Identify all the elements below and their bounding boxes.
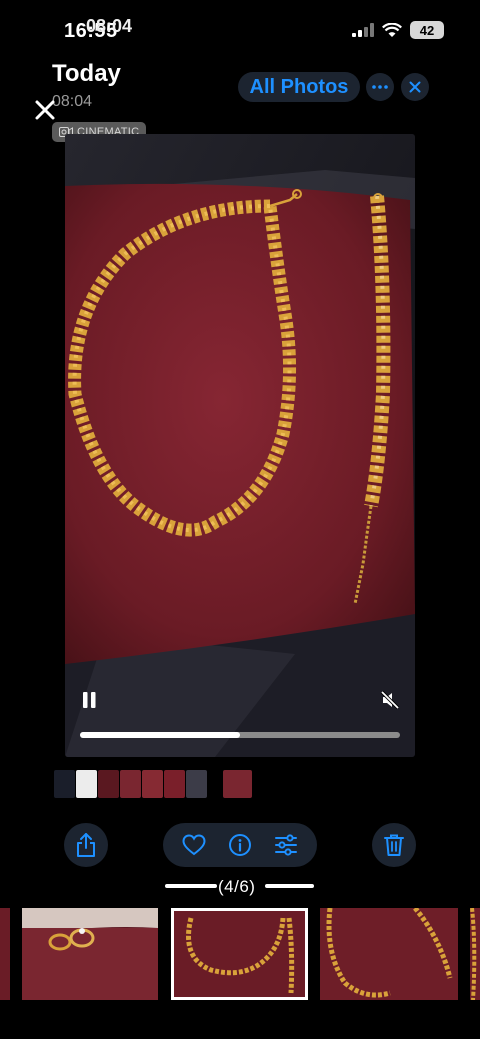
status-bar: 16:55 08:04 42 xyxy=(0,0,480,54)
video-player[interactable] xyxy=(65,134,415,757)
close-icon[interactable] xyxy=(30,95,60,125)
rings-photo xyxy=(22,908,158,1000)
all-photos-button[interactable]: All Photos xyxy=(238,72,360,102)
wifi-icon xyxy=(382,22,402,37)
status-icons: 42 xyxy=(352,20,444,40)
photo-thumbnail[interactable] xyxy=(22,908,158,1000)
speaker-muted-icon[interactable] xyxy=(380,690,400,710)
trash-icon xyxy=(384,834,404,856)
page-indicator: (4/6) xyxy=(218,877,256,896)
chain-photo xyxy=(320,908,458,1000)
close-icon xyxy=(409,81,421,93)
status-time-overlay: 08:04 xyxy=(86,16,133,36)
necklace-photo xyxy=(171,908,308,1000)
pager-line-left xyxy=(165,884,217,888)
page-title: Today xyxy=(52,60,121,87)
ellipsis-icon xyxy=(372,85,388,89)
chain-photo-edge xyxy=(470,908,477,1000)
playback-progress xyxy=(80,732,240,738)
share-button[interactable] xyxy=(64,823,108,867)
photo-actions-group xyxy=(163,823,317,867)
photo-thumbnail-strip[interactable] xyxy=(0,908,480,1000)
frame-thumb xyxy=(223,770,252,798)
close-button[interactable] xyxy=(401,73,429,101)
photo-thumbnail[interactable] xyxy=(0,908,10,1000)
jewelry-photo xyxy=(65,134,415,757)
frame-thumb xyxy=(76,770,97,798)
photo-thumbnail-selected[interactable] xyxy=(171,908,308,1000)
frame-thumb xyxy=(98,770,119,798)
share-icon xyxy=(77,833,95,857)
pager-line-right xyxy=(265,884,314,888)
signal-icon xyxy=(352,23,374,37)
frame-thumb xyxy=(120,770,141,798)
playback-scrubber[interactable] xyxy=(80,732,400,738)
heart-icon[interactable] xyxy=(182,834,206,856)
adjust-icon[interactable] xyxy=(274,834,298,856)
frame-thumb xyxy=(164,770,185,798)
frame-thumb xyxy=(186,770,207,798)
delete-button[interactable] xyxy=(372,823,416,867)
frame-thumb xyxy=(142,770,163,798)
frame-thumb xyxy=(54,770,75,798)
photo-thumbnail[interactable] xyxy=(470,908,480,1000)
more-button[interactable] xyxy=(366,73,394,101)
pause-icon[interactable] xyxy=(80,690,100,710)
info-icon[interactable] xyxy=(228,833,252,857)
photo-thumbnail[interactable] xyxy=(320,908,458,1000)
battery-indicator: 42 xyxy=(410,21,444,39)
video-frame-strip[interactable] xyxy=(54,770,252,798)
